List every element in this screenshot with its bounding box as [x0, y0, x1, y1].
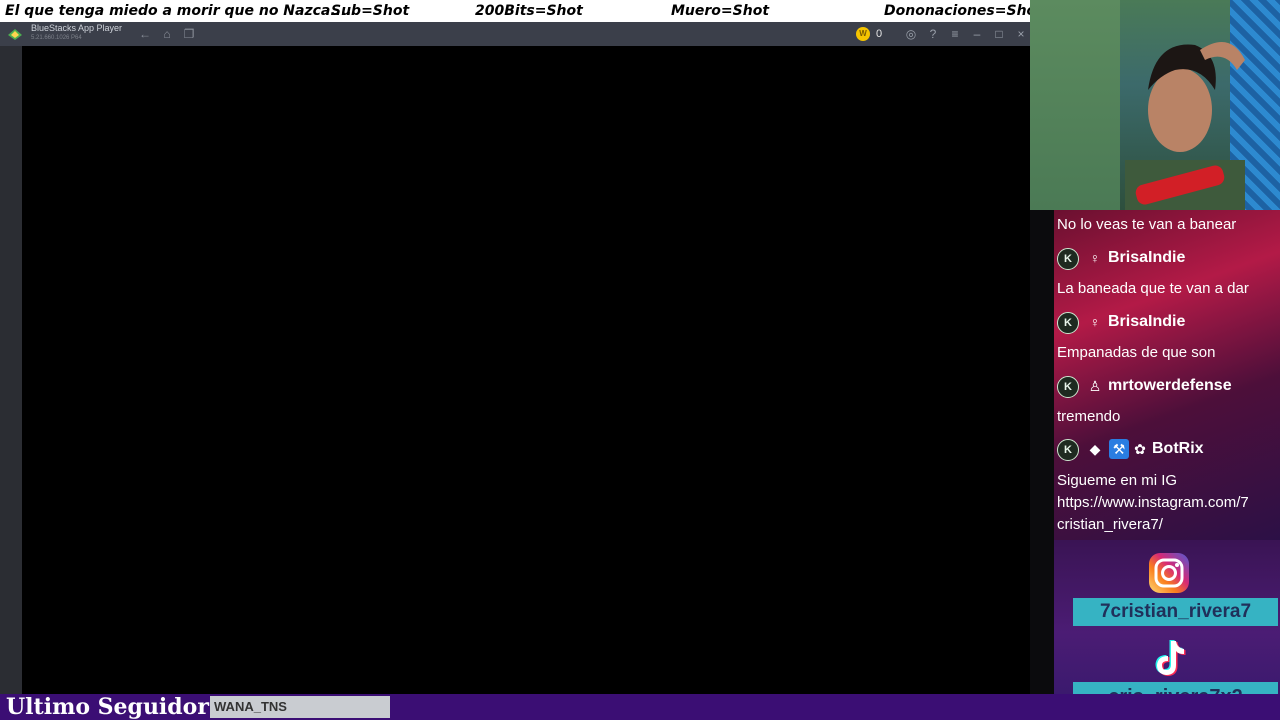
chat-message: https://www.instagram.com/7	[1057, 494, 1249, 511]
ticker-item-sub: Sub=Shot	[331, 3, 410, 19]
maximize-icon[interactable]: □	[990, 25, 1008, 43]
webcam-feed	[1030, 0, 1280, 210]
ticker-item-death: Muero=Shot	[671, 3, 770, 19]
help-icon[interactable]: ?	[924, 25, 942, 43]
last-follower-bar: Ultimo Seguidor WANA_TNS	[0, 694, 1280, 720]
channel-badge-icon: K	[1057, 439, 1079, 461]
socials-panel: 7cristian_rivera7 cris_rivera7x2	[1054, 540, 1280, 712]
last-follower-name: WANA_TNS	[214, 699, 287, 714]
ticker-item-bits: 200Bits=Shot	[475, 3, 583, 19]
chat-message: La baneada que te van a dar	[1057, 280, 1249, 297]
last-follower-label: Ultimo Seguidor	[6, 694, 209, 720]
ticker-bar: El que tenga miedo a morir que no Nazca.…	[0, 0, 1043, 22]
streamer-image	[1125, 42, 1245, 210]
bluestacks-title: BlueStacks App Player	[31, 23, 123, 33]
channel-badge-icon: K	[1057, 376, 1079, 398]
chat-panel: No lo veas te van a banear K ♀ BrisaIndi…	[1054, 210, 1280, 540]
bot-avatar-icon: ✿	[1134, 441, 1146, 457]
chat-message: cristian_rivera7/	[1057, 516, 1163, 533]
user-avatar-icon: ♀	[1089, 250, 1101, 266]
chat-username: mrtowerdefense	[1108, 377, 1232, 394]
chat-username: BrisaIndie	[1108, 313, 1186, 330]
coin-count: 0	[876, 28, 883, 40]
channel-badge-icon: K	[1057, 248, 1079, 270]
ticker-item-motto: El que tenga miedo a morir que no Nazca.…	[5, 3, 352, 19]
last-follower-box: WANA_TNS	[210, 696, 390, 718]
mod-badge-icon: ⚒	[1109, 439, 1129, 459]
ticker-item-donations: Dononaciones=Shot	[884, 3, 1043, 19]
channel-badge-icon: K	[1057, 312, 1079, 334]
bot-badge-icon: ◆	[1089, 441, 1101, 457]
chat-username: BrisaIndie	[1108, 249, 1186, 266]
account-icon[interactable]: ◎	[902, 25, 920, 43]
tiktok-icon	[1155, 640, 1186, 676]
chat-message: No lo veas te van a banear	[1057, 216, 1237, 233]
bluestacks-logo-icon	[8, 29, 22, 40]
coin-icon[interactable]: W	[856, 27, 870, 41]
bluestacks-titlebar[interactable]: BlueStacks App Player 5.21.660.1026 P64 …	[0, 22, 1030, 46]
user-icon: ♙	[1088, 378, 1102, 394]
bluestacks-version: 5.21.660.1026 P64	[31, 35, 82, 41]
bluestacks-side-strip	[0, 46, 22, 694]
chat-message: Sigueme en mi IG	[1057, 472, 1178, 489]
user-avatar-icon: ♀	[1089, 314, 1101, 330]
chat-username: BotRix	[1152, 440, 1204, 457]
minimize-icon[interactable]: –	[968, 25, 986, 43]
chat-message: tremendo	[1057, 408, 1121, 425]
close-icon[interactable]: ×	[1012, 25, 1030, 43]
home-icon[interactable]: ⌂	[159, 25, 175, 43]
instagram-handle: 7cristian_rivera7	[1073, 598, 1278, 626]
chat-message: Empanadas de que son	[1057, 344, 1216, 361]
menu-icon[interactable]: ≡	[946, 25, 964, 43]
recent-apps-icon[interactable]: ❐	[181, 25, 197, 43]
emulator-screen[interactable]	[22, 46, 1030, 694]
instagram-icon	[1149, 553, 1189, 593]
back-icon[interactable]: ←	[137, 25, 153, 43]
chat-gap-strip	[1030, 210, 1054, 694]
